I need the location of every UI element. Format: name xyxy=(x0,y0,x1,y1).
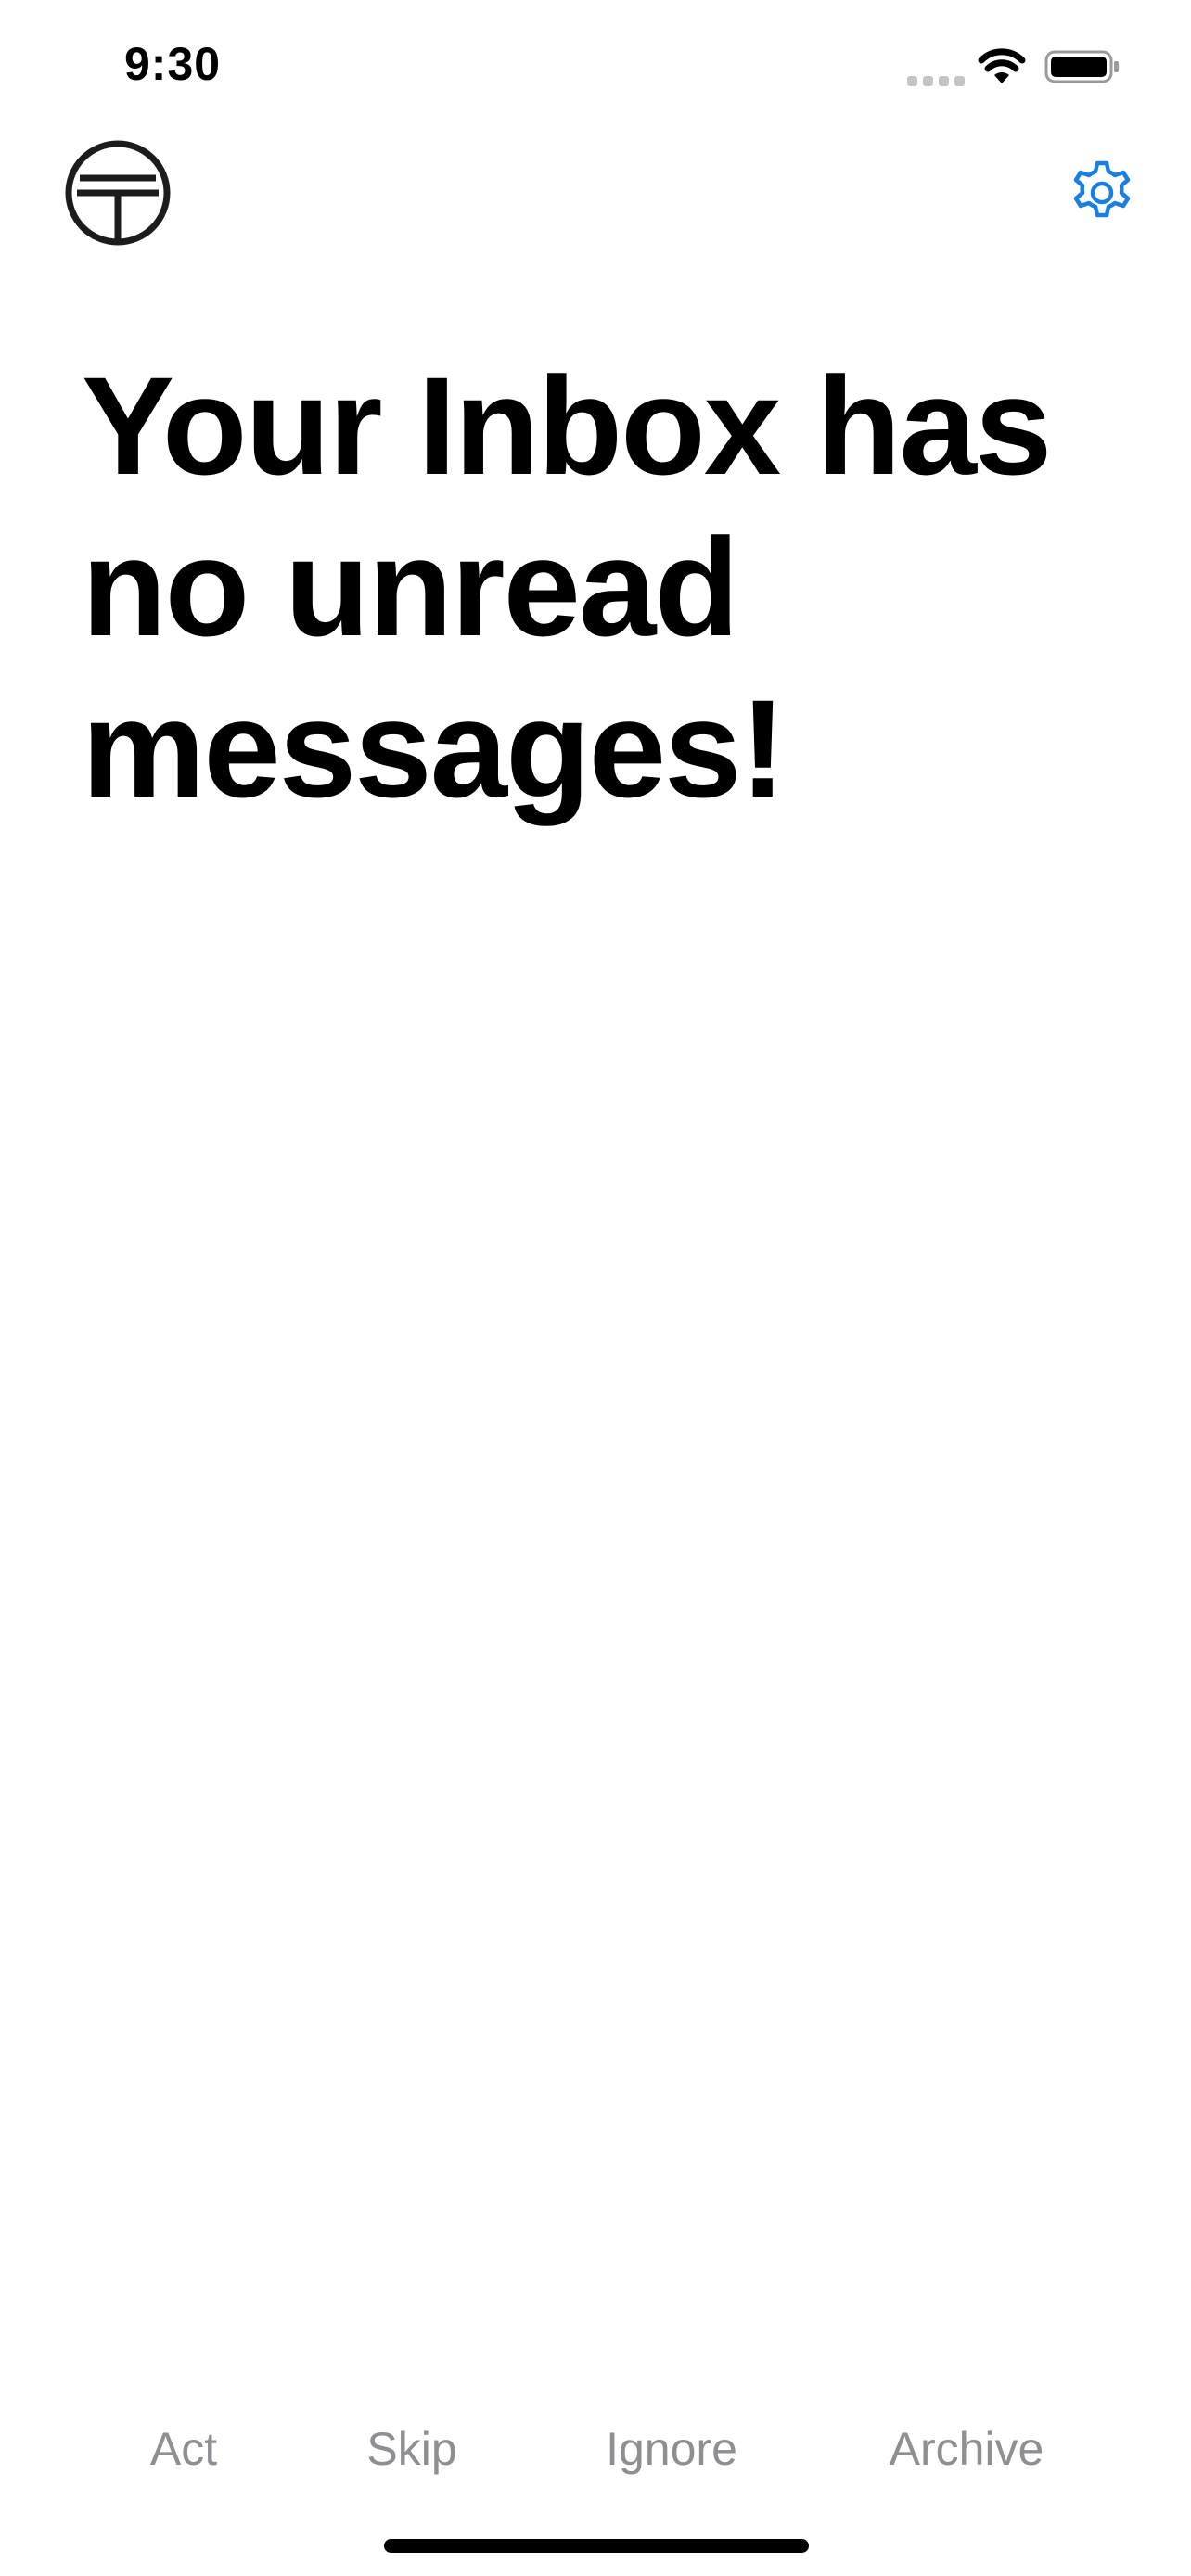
action-bar: Act Skip Ignore Archive xyxy=(0,2422,1191,2487)
status-time: 9:30 xyxy=(124,38,222,90)
act-button[interactable]: Act xyxy=(150,2422,217,2476)
cellular-signal-icon xyxy=(907,76,965,86)
gear-icon[interactable] xyxy=(1069,159,1135,226)
home-indicator[interactable] xyxy=(384,2539,809,2553)
archive-button[interactable]: Archive xyxy=(890,2422,1044,2476)
ignore-button[interactable]: Ignore xyxy=(606,2422,737,2476)
wifi-icon xyxy=(978,48,1026,83)
skip-button[interactable]: Skip xyxy=(366,2422,456,2476)
app-logo-icon xyxy=(65,140,171,246)
page-title: Your Inbox has no unread messages! xyxy=(82,348,1052,826)
battery-icon xyxy=(1044,50,1119,83)
